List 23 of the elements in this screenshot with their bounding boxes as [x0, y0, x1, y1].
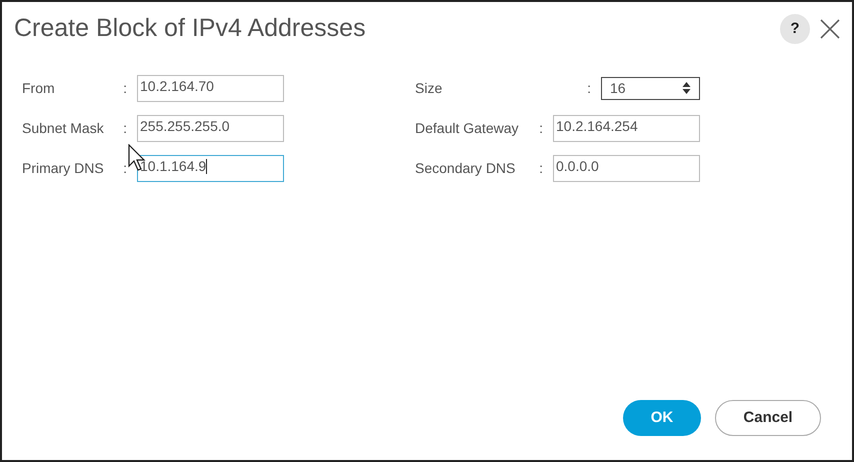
size-spinner[interactable]: 16: [601, 76, 700, 100]
colon: :: [587, 78, 591, 98]
help-button[interactable]: ?: [780, 14, 810, 44]
input-field[interactable]: 10.1.164.9: [137, 154, 284, 182]
field-label: Secondary DNS: [415, 158, 516, 178]
cancel-button[interactable]: Cancel: [715, 400, 821, 436]
field-label: Primary DNS: [22, 158, 104, 178]
input-field[interactable]: 10.2.164.70: [137, 74, 284, 102]
field-label: Size: [415, 78, 442, 98]
colon: :: [539, 118, 543, 138]
close-icon[interactable]: [820, 18, 840, 39]
field-label: Subnet Mask: [22, 118, 104, 138]
colon: :: [539, 158, 543, 178]
colon: :: [123, 78, 127, 98]
field-label: Default Gateway: [415, 118, 518, 138]
dialog-title: Create Block of IPv4 Addresses: [14, 13, 366, 44]
field-label: From: [22, 78, 55, 98]
input-field[interactable]: 255.255.255.0: [137, 114, 284, 142]
input-field[interactable]: 10.2.164.254: [553, 114, 700, 142]
colon: :: [123, 118, 127, 138]
input-field[interactable]: 0.0.0.0: [553, 154, 700, 182]
colon: :: [123, 158, 127, 178]
spinner-arrows-icon[interactable]: [682, 81, 691, 95]
